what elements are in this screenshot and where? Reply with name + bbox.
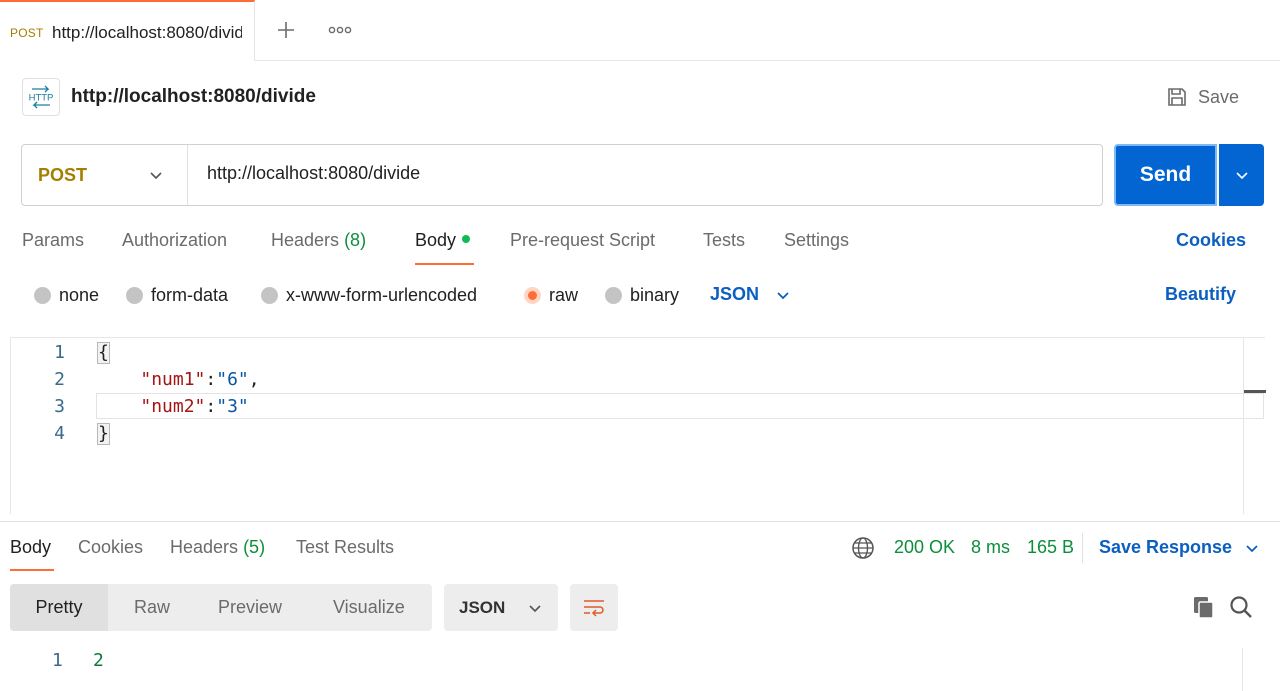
wrap-lines-icon	[584, 599, 604, 617]
wrap-lines-button[interactable]	[570, 584, 618, 631]
send-button[interactable]: Send	[1114, 144, 1217, 206]
body-format-select[interactable]: JSON	[710, 284, 791, 305]
tab-authorization[interactable]: Authorization	[122, 230, 227, 251]
radio-circle	[261, 286, 278, 304]
headers-count: (8)	[344, 230, 367, 250]
code-line: }	[97, 423, 110, 445]
globe-icon[interactable]	[851, 536, 875, 560]
response-scrollbar[interactable]	[1242, 648, 1265, 691]
view-raw[interactable]: Raw	[134, 584, 170, 631]
response-active-tab-indicator	[10, 569, 54, 571]
editor-scrollbar[interactable]	[1243, 338, 1266, 514]
save-icon	[1168, 88, 1186, 106]
http-icon: HTTP	[22, 78, 60, 116]
radio-binary[interactable]: binary	[605, 284, 679, 306]
code-line: {	[97, 342, 110, 364]
request-body-editor[interactable]: 1 2 3 4 { "num1":"6", "num2":"3" }	[10, 337, 1266, 514]
more-tabs-button[interactable]	[324, 14, 356, 46]
save-response-label: Save Response	[1099, 537, 1233, 557]
radio-circle	[34, 286, 51, 304]
radio-circle	[605, 286, 622, 304]
response-format-select[interactable]: JSON	[444, 584, 558, 631]
response-body-value: 2	[93, 650, 104, 671]
tab-url: http://localhost:8080/divide	[52, 23, 242, 42]
response-divider[interactable]	[0, 521, 1280, 522]
response-status[interactable]: 200 OK	[894, 537, 955, 558]
code-line: "num2":"3"	[140, 396, 249, 417]
radio-circle-checked	[524, 286, 541, 304]
response-tab-test-results[interactable]: Test Results	[296, 537, 394, 558]
method-value: POST	[38, 165, 88, 185]
tab-pre-request-script[interactable]: Pre-request Script	[510, 230, 655, 251]
body-indicator-dot	[462, 235, 471, 244]
request-tab[interactable]: POST http://localhost:8080/divide	[0, 0, 255, 61]
radio-none[interactable]: none	[34, 284, 99, 306]
code-line: "num1":"6",	[140, 369, 260, 390]
radio-form-data[interactable]: form-data	[126, 284, 228, 306]
request-title[interactable]: http://localhost:8080/divide	[71, 86, 316, 108]
chevron-down-icon	[1235, 172, 1248, 180]
active-line-highlight	[96, 393, 1264, 419]
radio-raw[interactable]: raw	[524, 284, 578, 306]
tab-body[interactable]: Body	[415, 230, 471, 251]
view-visualize[interactable]: Visualize	[333, 584, 405, 631]
response-tab-body[interactable]: Body	[10, 537, 51, 558]
save-label: Save	[1198, 86, 1240, 107]
tab-tests[interactable]: Tests	[703, 230, 745, 251]
view-pretty[interactable]: Pretty	[10, 584, 108, 631]
response-tab-cookies[interactable]: Cookies	[78, 537, 143, 558]
response-size[interactable]: 165 B	[1027, 537, 1074, 558]
chevron-down-icon	[1246, 544, 1258, 552]
save-response-button[interactable]: Save Response	[1099, 537, 1260, 558]
line-number: 1	[54, 342, 65, 363]
tab-headers[interactable]: Headers (8)	[271, 230, 366, 251]
cookies-link[interactable]: Cookies	[1176, 230, 1246, 251]
view-preview[interactable]: Preview	[218, 584, 282, 631]
send-options-button[interactable]	[1219, 144, 1264, 206]
response-view-switcher: Pretty Raw Preview Visualize	[10, 584, 432, 631]
beautify-link[interactable]: Beautify	[1165, 284, 1236, 305]
svg-text:HTTP: HTTP	[29, 93, 54, 104]
tab-settings[interactable]: Settings	[784, 230, 849, 251]
plus-icon	[278, 22, 294, 38]
ellipsis-icon	[328, 26, 352, 34]
line-number: 2	[54, 369, 65, 390]
body-format-value: JSON	[710, 284, 760, 304]
method-select[interactable]: POST	[22, 145, 188, 205]
radio-circle	[126, 286, 143, 304]
active-tab-indicator	[415, 263, 474, 265]
radio-x-www-form-urlencoded[interactable]: x-www-form-urlencoded	[261, 284, 477, 306]
response-line-number: 1	[52, 650, 63, 671]
url-input[interactable]: http://localhost:8080/divide	[207, 163, 420, 184]
chevron-down-icon	[150, 172, 162, 180]
line-number: 3	[54, 396, 65, 417]
response-headers-count: (5)	[243, 537, 266, 557]
response-tab-headers[interactable]: Headers (5)	[170, 537, 265, 558]
chevron-down-icon	[529, 604, 541, 612]
tab-method: POST	[10, 26, 44, 40]
save-button[interactable]: Save	[1160, 80, 1256, 114]
response-format-value: JSON	[459, 597, 506, 617]
response-time[interactable]: 8 ms	[971, 537, 1010, 558]
scroll-position-marker	[1244, 390, 1266, 393]
url-bar: POST http://localhost:8080/divide	[21, 144, 1103, 206]
line-number: 4	[54, 423, 65, 444]
divider	[1082, 533, 1083, 563]
new-tab-button[interactable]	[270, 14, 302, 46]
tab-params[interactable]: Params	[22, 230, 84, 251]
search-icon[interactable]	[1228, 594, 1254, 620]
chevron-down-icon	[777, 291, 789, 299]
copy-icon[interactable]	[1191, 594, 1217, 620]
